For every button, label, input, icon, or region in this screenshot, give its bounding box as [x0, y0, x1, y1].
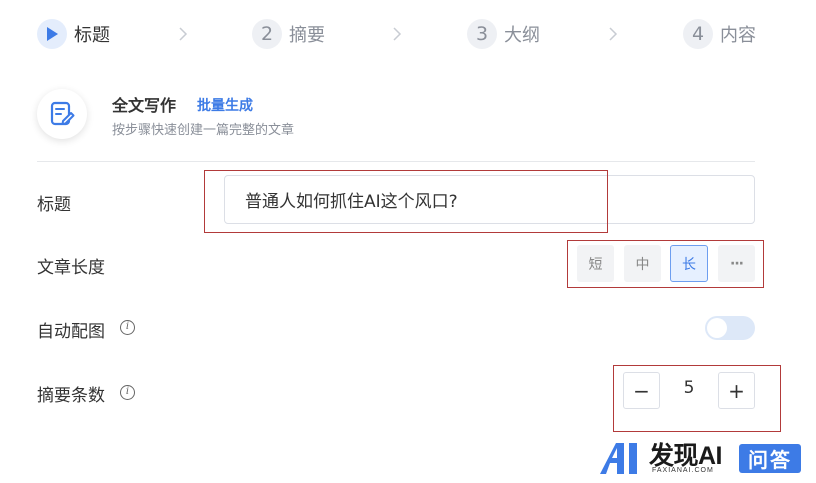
- step-title[interactable]: 标题: [37, 19, 110, 49]
- chevron-right-icon: [609, 27, 618, 41]
- step-label-outline: 大纲: [504, 25, 540, 46]
- toggle-knob: [707, 318, 727, 338]
- edit-document-icon: [37, 89, 87, 139]
- step-number-4: 4: [683, 19, 713, 49]
- step-outline[interactable]: 3 大纲: [467, 19, 540, 49]
- title-label: 标题: [37, 195, 71, 215]
- chevron-right-icon: [393, 27, 402, 41]
- step-number-3: 3: [467, 19, 497, 49]
- length-label: 文章长度: [37, 258, 105, 278]
- play-icon: [37, 19, 67, 49]
- page-subtitle: 按步骤快速创建一篇完整的文章: [112, 123, 295, 138]
- step-number-2: 2: [252, 19, 282, 49]
- info-icon[interactable]: i: [120, 320, 135, 335]
- summary-count-label: 摘要条数: [37, 386, 105, 406]
- step-content[interactable]: 4 内容: [683, 19, 756, 49]
- brand-domain: FAXIANAI.COM: [652, 467, 714, 474]
- auto-image-label: 自动配图: [37, 322, 105, 342]
- info-icon[interactable]: i: [120, 385, 135, 400]
- step-label-content: 内容: [720, 25, 756, 46]
- brand-badge: 问答: [739, 444, 801, 473]
- step-summary[interactable]: 2 摘要: [252, 19, 325, 49]
- annotation-box-length: [567, 240, 764, 288]
- steps-bar: 标题 2 摘要 3 大纲 4 内容: [37, 19, 757, 49]
- auto-image-toggle[interactable]: [705, 316, 755, 340]
- brand-logo-icon: [600, 443, 637, 474]
- divider: [37, 161, 755, 162]
- chevron-right-icon: [179, 27, 188, 41]
- step-label-title: 标题: [74, 25, 110, 46]
- page-title: 全文写作: [112, 96, 177, 115]
- batch-generate-link[interactable]: 批量生成: [197, 95, 253, 115]
- annotation-box-summary: [613, 365, 781, 432]
- annotation-box-title: [204, 170, 608, 233]
- step-label-summary: 摘要: [289, 25, 325, 46]
